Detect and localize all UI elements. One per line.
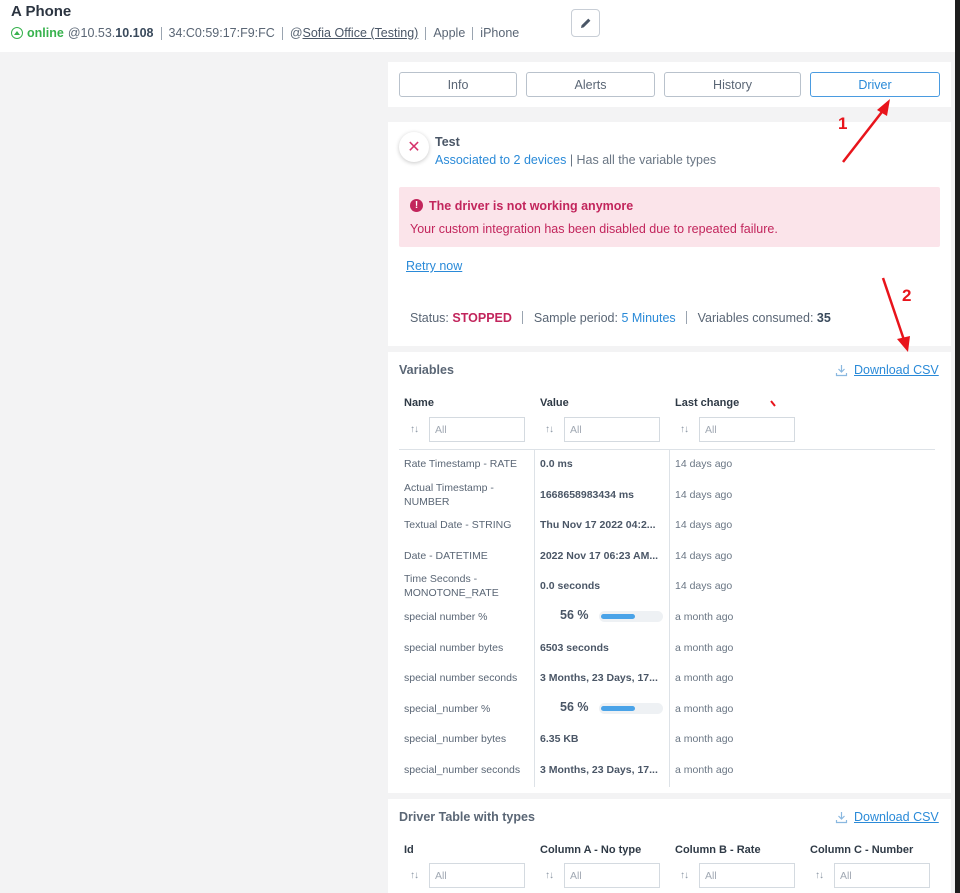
annotation-marker-1: 1 [838,114,848,133]
arrow-icon [842,99,890,163]
annotation-marker-2: 2 [902,286,912,305]
annotation-mark [770,400,776,407]
annotation-overlay [770,99,910,407]
